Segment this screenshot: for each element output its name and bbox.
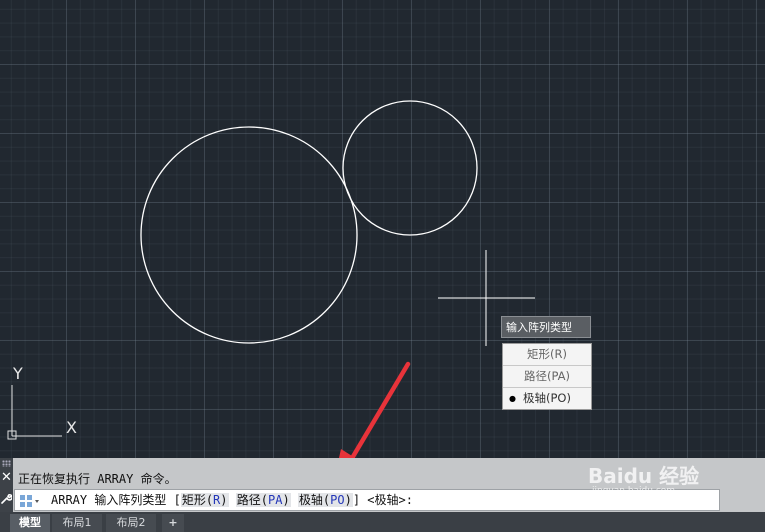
ucs-y-label: Y (13, 364, 23, 383)
dynamic-option-label: 路径(PA) (523, 369, 571, 383)
close-icon[interactable]: ✕ (0, 470, 13, 486)
option-text: 矩形( (181, 493, 214, 507)
prompt-option-rectangular[interactable]: 矩形(R) (180, 493, 229, 507)
layout-tabs-bar: 模型 布局1 布局2 + (0, 512, 765, 532)
dynamic-input-menu: 矩形(R) 路径(PA) ● 极轴(PO) (502, 343, 592, 410)
arrow-annotation (338, 361, 411, 458)
large-circle[interactable] (140, 126, 358, 344)
grip-handle-icon[interactable] (2, 460, 11, 467)
option-close: ) (282, 493, 290, 507)
prompt-suffix: ] <极轴>: (352, 493, 413, 507)
wrench-icon[interactable] (0, 493, 13, 508)
option-close: ) (344, 493, 352, 507)
option-key: PA (267, 493, 283, 507)
dynamic-option-path[interactable]: 路径(PA) (503, 366, 591, 388)
command-icon[interactable] (19, 493, 39, 507)
watermark: Baidu 经验 jingyan.baidu.com (588, 452, 738, 507)
dynamic-option-label: 极轴(PO) (523, 391, 571, 405)
add-layout-button[interactable]: + (162, 514, 184, 532)
ucs-x-label: X (66, 418, 77, 437)
drawing-geometry (7, 100, 535, 458)
selected-bullet-icon: ● (509, 394, 516, 403)
prompt-option-polar[interactable]: 极轴(PO) (297, 493, 353, 507)
ucs-icon (7, 385, 62, 440)
command-history-line: 正在恢复执行 ARRAY 命令。 (18, 472, 177, 486)
tab-model[interactable]: 模型 (10, 514, 50, 532)
dynamic-option-label: 矩形(R) (527, 347, 567, 361)
prompt-option-path[interactable]: 路径(PA) (235, 493, 291, 507)
watermark-url: jingyan.baidu.com (592, 486, 676, 496)
option-text: 路径( (236, 493, 268, 507)
option-text: 极轴( (298, 493, 331, 507)
dynamic-option-polar[interactable]: ● 极轴(PO) (503, 388, 591, 409)
option-key: PO (330, 493, 345, 507)
watermark-brand: Baidu 经验 (588, 464, 700, 488)
small-circle[interactable] (342, 100, 478, 236)
option-close: ) (220, 493, 228, 507)
command-window-grip[interactable]: ✕ (0, 458, 13, 512)
dynamic-input-title: 输入阵列类型 (501, 316, 591, 338)
tab-layout1[interactable]: 布局1 (52, 514, 102, 532)
tab-layout2[interactable]: 布局2 (106, 514, 156, 532)
command-prompt: ARRAY 输入阵列类型 [矩形(R) 路径(PA) 极轴(PO)] <极轴>: (51, 490, 413, 510)
dynamic-option-rectangular[interactable]: 矩形(R) (503, 344, 591, 366)
prompt-prefix: ARRAY 输入阵列类型 [ (51, 493, 181, 507)
model-space-canvas[interactable]: Y X 输入阵列类型 矩形(R) 路径(PA) ● 极轴(PO) (0, 0, 765, 458)
